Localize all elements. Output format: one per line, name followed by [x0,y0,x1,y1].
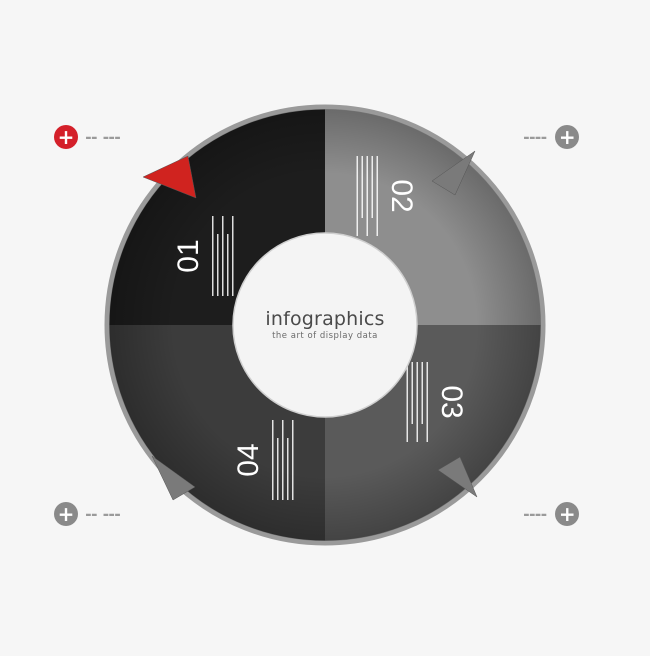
infographic: 01 02 03 04 infographics the art of display… [0,0,650,651]
plus-icon[interactable]: + [555,125,580,149]
corner-item-bottom-right[interactable]: ▬▬▬▬ + [524,502,580,526]
plus-icon[interactable]: + [54,502,78,526]
plus-icon[interactable]: + [54,125,78,149]
segment-number-04: 04 [232,443,265,476]
corner-item-bottom-left[interactable]: + ▬▬ ▬▬▬ [54,502,121,526]
corner-item-top-right[interactable]: ▬▬▬▬ + [524,125,580,149]
placeholder-text: ▬▬ ▬▬▬ [86,132,121,142]
placeholder-text: ▬▬▬▬ [524,132,548,142]
segment-number-01: 01 [172,239,205,272]
placeholder-text: ▬▬▬▬ [524,509,548,519]
placeholder-text: ▬▬ ▬▬▬ [86,509,121,519]
infographic-subtitle: the art of display data [272,331,378,341]
plus-icon[interactable]: + [555,502,580,526]
center-label: infographics the art of display data [230,308,420,341]
corner-item-top-left[interactable]: + ▬▬ ▬▬▬ [54,125,121,149]
segment-number-03: 03 [435,385,468,418]
segment-number-02: 02 [385,179,418,212]
infographic-title: infographics [265,308,385,330]
